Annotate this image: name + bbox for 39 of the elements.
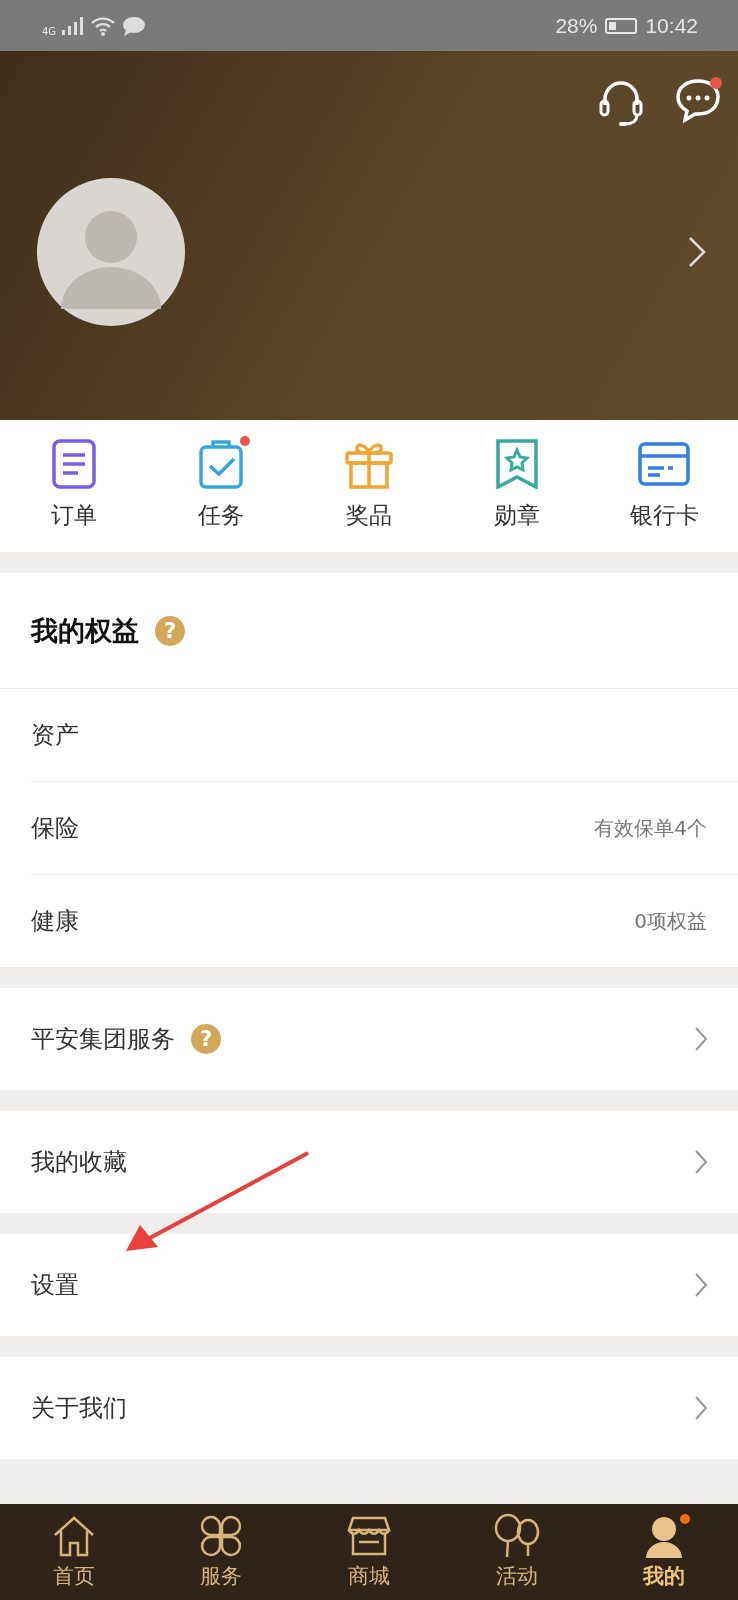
document-icon xyxy=(51,439,96,489)
message-icon[interactable] xyxy=(674,77,722,123)
shortcut-item[interactable]: 银行卡 xyxy=(590,420,738,552)
tab-item[interactable]: 商城 xyxy=(295,1504,443,1600)
battery-icon xyxy=(605,17,638,34)
network-label: 4G xyxy=(42,26,57,37)
chevron-right-icon xyxy=(694,1026,708,1052)
balloons-icon xyxy=(492,1513,541,1559)
chat-icon xyxy=(122,15,147,36)
menu-item[interactable]: 平安集团服务 ? xyxy=(0,988,738,1090)
chevron-right-icon xyxy=(694,1149,708,1175)
chevron-right-icon[interactable] xyxy=(688,236,706,268)
tab-item[interactable]: 服务 xyxy=(147,1504,296,1600)
shortcut-item[interactable]: 奖品 xyxy=(295,420,443,552)
section-title: 我的权益 xyxy=(31,613,139,648)
bank-card-icon xyxy=(638,442,691,486)
shortcut-item[interactable]: 订单 xyxy=(0,420,148,552)
shortcut-item[interactable]: 任务 xyxy=(147,420,296,552)
chevron-right-icon xyxy=(694,1395,708,1421)
tab-item[interactable]: 活动 xyxy=(442,1504,591,1600)
avatar[interactable] xyxy=(36,177,186,327)
menu-item[interactable]: 设置 xyxy=(0,1234,738,1336)
shortcut-item[interactable]: 勋章 xyxy=(442,420,591,552)
bookmark-star-icon xyxy=(494,439,539,489)
wifi-icon xyxy=(90,15,117,36)
benefit-row[interactable]: 保险 有效保单4个 xyxy=(31,781,738,874)
chevron-right-icon xyxy=(694,1272,708,1298)
battery-percent: 28% xyxy=(555,13,598,38)
store-icon xyxy=(347,1514,391,1558)
clover-icon xyxy=(199,1514,244,1558)
benefit-row[interactable]: 资产 xyxy=(31,689,738,781)
clock: 10:42 xyxy=(645,13,698,38)
signal-icon xyxy=(62,16,85,35)
tab-item[interactable]: 首页 xyxy=(0,1504,148,1600)
menu-item[interactable]: 关于我们 xyxy=(0,1357,738,1459)
tab-item[interactable]: 我的 xyxy=(590,1504,738,1600)
clipboard-check-icon xyxy=(198,439,245,489)
menu-item[interactable]: 我的收藏 xyxy=(0,1111,738,1213)
benefit-row[interactable]: 健康 0项权益 xyxy=(31,874,738,967)
